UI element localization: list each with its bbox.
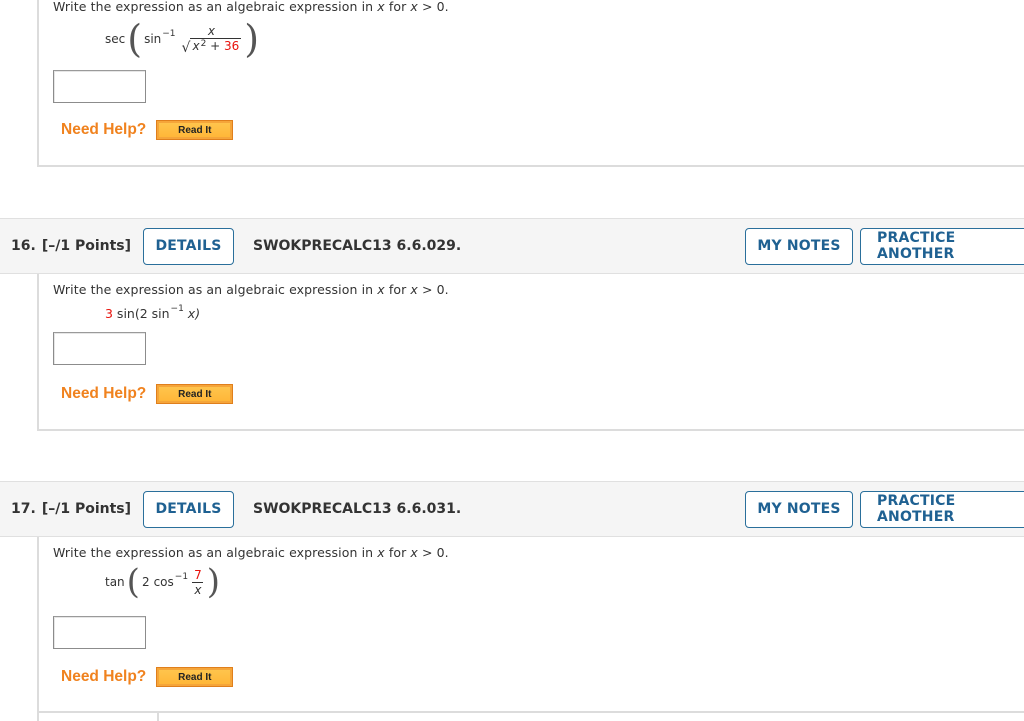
question-16-body: Write the expression as an algebraic exp…: [37, 274, 1024, 431]
answer-input[interactable]: [53, 70, 146, 103]
right-paren: ): [244, 17, 260, 61]
points-label: [–/1 Points]: [41, 238, 132, 254]
square-root: √ x2 + 36: [181, 37, 242, 56]
randomized-constant: 36: [224, 38, 240, 53]
need-help-label: Need Help?: [61, 385, 147, 402]
help-row: Need Help? Read It: [61, 384, 234, 404]
fraction: x √ x2 + 36: [182, 24, 242, 55]
help-row: Need Help? Read It: [61, 667, 234, 687]
question-code: SWOKPRECALC13 6.6.031.: [253, 501, 462, 517]
randomized-numerator: 7: [194, 567, 202, 582]
question-17-body: Write the expression as an algebraic exp…: [37, 537, 1024, 713]
right-paren: ): [206, 562, 220, 602]
practice-another-button[interactable]: PRACTICE ANOTHER: [860, 227, 1024, 265]
question-number: 17. [–/1 Points]: [11, 501, 132, 517]
math-expression: sec ( sin −1 x √ x2 + 36 ): [105, 20, 259, 58]
question-16-header: 16. [–/1 Points] DETAILS SWOKPRECALC13 6.…: [0, 218, 1024, 274]
need-help-label: Need Help?: [61, 668, 147, 685]
left-paren: (: [127, 17, 143, 61]
denominator: x: [192, 581, 204, 597]
read-it-button[interactable]: Read It: [156, 667, 234, 687]
denominator: √ x2 + 36: [181, 37, 242, 56]
numerator: x: [207, 23, 215, 38]
help-row: Need Help? Read It: [61, 120, 234, 140]
question-15-body: Write the expression as an algebraic exp…: [37, 0, 1024, 167]
fraction: 7 x: [192, 568, 204, 597]
inverse-exponent: −1: [174, 572, 189, 582]
question-prompt: Write the expression as an algebraic exp…: [53, 0, 449, 14]
sec-function: sec: [105, 32, 126, 46]
inverse-exponent: −1: [170, 303, 184, 314]
next-section-edge: [37, 711, 159, 721]
radical-icon: √: [181, 39, 191, 56]
question-code: SWOKPRECALC13 6.6.029.: [253, 238, 462, 254]
my-notes-button[interactable]: MY NOTES: [745, 227, 853, 265]
details-button[interactable]: DETAILS: [143, 227, 234, 265]
answer-input[interactable]: [53, 616, 146, 649]
need-help-label: Need Help?: [61, 121, 147, 138]
webassign-page: Write the expression as an algebraic exp…: [0, 0, 1024, 721]
read-it-button[interactable]: Read It: [156, 384, 234, 404]
question-17-header: 17. [–/1 Points] DETAILS SWOKPRECALC13 6.…: [0, 481, 1024, 537]
points-label: [–/1 Points]: [41, 501, 132, 517]
tan-function: tan: [105, 575, 125, 589]
math-expression: tan ( 2 cos −1 7 x ): [105, 562, 220, 602]
question-number: 16. [–/1 Points]: [11, 238, 132, 254]
left-paren: (: [126, 562, 140, 602]
question-prompt: Write the expression as an algebraic exp…: [53, 282, 449, 297]
randomized-coefficient: 3: [105, 306, 113, 321]
read-it-button[interactable]: Read It: [156, 120, 234, 140]
inverse-exponent: −1: [162, 29, 176, 39]
math-expression: 3 sin(2 sin −1 x): [105, 303, 201, 322]
details-button[interactable]: DETAILS: [143, 490, 234, 528]
cos-function: cos: [153, 575, 174, 589]
practice-another-button[interactable]: PRACTICE ANOTHER: [860, 490, 1024, 528]
sin-function: sin: [144, 32, 162, 46]
question-prompt: Write the expression as an algebraic exp…: [53, 545, 449, 560]
my-notes-button[interactable]: MY NOTES: [745, 490, 853, 528]
answer-input[interactable]: [53, 332, 146, 365]
